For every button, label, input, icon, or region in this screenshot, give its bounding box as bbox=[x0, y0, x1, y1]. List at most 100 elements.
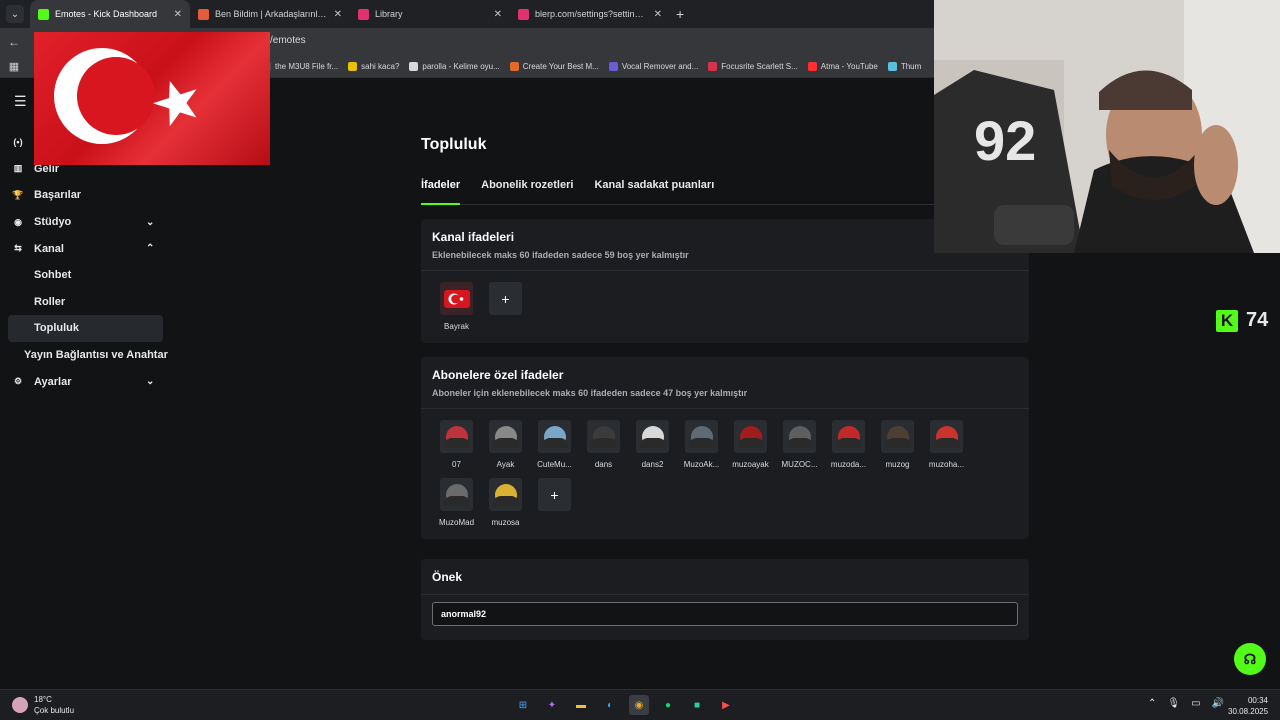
prefix-input[interactable] bbox=[432, 602, 1018, 626]
sidebar-subitem[interactable]: Sohbet bbox=[0, 262, 170, 289]
clock[interactable]: 00:34 30.08.2025 bbox=[1228, 695, 1268, 717]
emote-item[interactable]: dans2 bbox=[628, 420, 677, 478]
close-icon[interactable]: ✕ bbox=[654, 9, 662, 20]
sidebar: (•) ▥ Gelir 🏆 Başarılar ◉ Stüdyo ⌄ ⇆ Kanal ⌃ Sohbe… bbox=[0, 129, 170, 395]
emote-item[interactable]: muzoda... bbox=[824, 420, 873, 478]
bookmark-item[interactable]: Thum bbox=[887, 62, 921, 71]
emote-name: Ayak bbox=[496, 460, 515, 469]
back-arrow-icon[interactable]: ← bbox=[0, 35, 28, 49]
add-emote-button[interactable]: + bbox=[489, 282, 522, 315]
bookmark-favicon-icon bbox=[348, 62, 358, 71]
bookmark-item[interactable]: Vocal Remover and... bbox=[608, 62, 699, 71]
section-title: Abonelere özel ifadeler bbox=[432, 368, 564, 382]
sidebar-item-label: Kanal bbox=[34, 242, 64, 255]
emote-item[interactable]: MuzoAk... bbox=[677, 420, 726, 478]
tab-search-button[interactable]: ⌄ bbox=[6, 5, 24, 23]
app-icon[interactable]: ■ bbox=[687, 695, 707, 715]
close-icon[interactable]: ✕ bbox=[174, 9, 182, 20]
emote-name: Bayrak bbox=[444, 322, 469, 331]
apps-grid-icon[interactable]: ▦ bbox=[0, 60, 28, 73]
emote-item[interactable]: 07 bbox=[432, 420, 481, 478]
emote-thumbnail bbox=[783, 420, 816, 453]
sidebar-item-stream-key[interactable]: Yayın Bağlantısı ve Anahtar bbox=[0, 342, 170, 369]
emote-name: dans2 bbox=[641, 460, 664, 469]
browser-tab[interactable]: Library ✕ bbox=[350, 0, 510, 28]
svg-text:92: 92 bbox=[974, 109, 1036, 172]
bookmark-label: sahi kaca? bbox=[361, 62, 400, 71]
emote-thumbnail bbox=[734, 420, 767, 453]
sidebar-item[interactable]: ⇆ Kanal ⌃ bbox=[0, 235, 170, 262]
emote-face-icon bbox=[590, 425, 617, 448]
browser-tab[interactable]: Emotes - Kick Dashboard ✕ bbox=[30, 0, 190, 28]
chevron-up-icon[interactable]: ⌃ bbox=[1148, 698, 1156, 709]
emote-item[interactable]: MUZOC... bbox=[775, 420, 824, 478]
bookmark-item[interactable]: the M3U8 File fr... bbox=[262, 62, 338, 71]
spotify-icon[interactable]: ● bbox=[658, 695, 678, 715]
media-player-icon[interactable]: ▶ bbox=[716, 695, 736, 715]
section-description: Eklenebilecek maks 60 ifadeden sadece 59… bbox=[432, 250, 689, 260]
sidebar-item-label: Stüdyo bbox=[34, 216, 72, 229]
emote-item[interactable]: Ayak bbox=[481, 420, 530, 478]
emote-item[interactable]: Bayrak bbox=[432, 282, 481, 340]
emote-face-icon bbox=[492, 425, 519, 448]
emote-item[interactable]: muzosa bbox=[481, 478, 530, 536]
page-title: Topluluk bbox=[421, 136, 487, 153]
emote-item[interactable]: MuzoMad bbox=[432, 478, 481, 536]
sidebar-item[interactable]: ◉ Stüdyo ⌄ bbox=[0, 209, 170, 236]
new-tab-button[interactable]: + bbox=[676, 6, 684, 22]
bookmark-item[interactable]: Focusrite Scarlett S... bbox=[708, 62, 798, 71]
bookmark-item[interactable]: parolla - Kelime oyu... bbox=[409, 62, 500, 71]
bookmark-label: Atma - YouTube bbox=[820, 62, 878, 71]
weather-widget[interactable]: 18°C Çok bulutlu bbox=[12, 694, 74, 716]
sidebar-item-icon: ⇆ bbox=[14, 243, 22, 254]
bookmark-favicon-icon bbox=[807, 62, 817, 71]
browser-tab[interactable]: Ben Bildim | Arkadaşlarınla Onli ✕ bbox=[190, 0, 350, 28]
url-field[interactable]: /emotes bbox=[270, 35, 306, 46]
sidebar-subitem[interactable]: Topluluk bbox=[8, 315, 163, 342]
sidebar-item-settings[interactable]: ⚙ Ayarlar ⌄ bbox=[0, 368, 170, 395]
bookmark-favicon-icon bbox=[708, 62, 718, 71]
emote-item[interactable]: dans bbox=[579, 420, 628, 478]
date: 30.08.2025 bbox=[1228, 707, 1269, 716]
weather-icon bbox=[12, 697, 28, 713]
viewer-counter: K 74 bbox=[1216, 309, 1268, 332]
section-description: Aboneler için eklenebilecek maks 60 ifad… bbox=[432, 388, 748, 398]
emote-name: 07 bbox=[452, 460, 461, 469]
bookmark-item[interactable]: sahi kaca? bbox=[348, 62, 399, 71]
emote-item[interactable]: muzoha... bbox=[922, 420, 971, 478]
content-tab[interactable]: Kanal sadakat puanları bbox=[594, 179, 714, 205]
emote-face-icon bbox=[639, 425, 666, 448]
menu-icon[interactable]: ☰ bbox=[14, 93, 27, 110]
bookmark-favicon-icon bbox=[509, 62, 519, 71]
bookmark-item[interactable]: Create Your Best M... bbox=[509, 62, 599, 71]
emote-thumbnail bbox=[587, 420, 620, 453]
display-icon[interactable]: ▭ bbox=[1191, 698, 1200, 709]
bookmark-favicon-icon bbox=[887, 62, 897, 71]
tab-label: Library bbox=[375, 9, 403, 19]
windows-start-icon[interactable]: ⊞ bbox=[513, 695, 533, 715]
kick-logo-icon: K bbox=[1216, 309, 1238, 332]
close-icon[interactable]: ✕ bbox=[334, 9, 342, 20]
emote-face-icon bbox=[492, 483, 519, 506]
emote-thumbnail bbox=[440, 282, 473, 315]
content-tab[interactable]: Abonelik rozetleri bbox=[481, 179, 573, 205]
content-tab[interactable]: İfadeler bbox=[421, 179, 461, 205]
emote-item[interactable]: CuteMu... bbox=[530, 420, 579, 478]
support-chat-button[interactable]: ☊ bbox=[1234, 643, 1266, 675]
sidebar-subitem[interactable]: Roller bbox=[0, 289, 170, 316]
bookmark-label: Vocal Remover and... bbox=[621, 62, 699, 71]
file-explorer-icon[interactable]: ▬ bbox=[571, 695, 591, 715]
bookmark-item[interactable]: Atma - YouTube bbox=[807, 62, 878, 71]
emote-item[interactable]: muzog bbox=[873, 420, 922, 478]
system-tray: ⌃ 🎙 ▭ 🔊 bbox=[1148, 698, 1224, 709]
emote-item[interactable]: muzoayak bbox=[726, 420, 775, 478]
add-emote-button[interactable]: + bbox=[538, 478, 571, 511]
copilot-icon[interactable]: ✦ bbox=[542, 695, 562, 715]
sidebar-item[interactable]: 🏆 Başarılar bbox=[0, 182, 170, 209]
speaker-icon[interactable]: 🔊 bbox=[1212, 698, 1224, 709]
edge-icon[interactable]: ◐ bbox=[600, 695, 620, 715]
browser-tab[interactable]: blerp.com/settings?settingsTyp ✕ bbox=[510, 0, 670, 28]
close-icon[interactable]: ✕ bbox=[494, 9, 502, 20]
microphone-icon[interactable]: 🎙 bbox=[1167, 698, 1180, 709]
chrome-icon[interactable]: ◉ bbox=[629, 695, 649, 715]
